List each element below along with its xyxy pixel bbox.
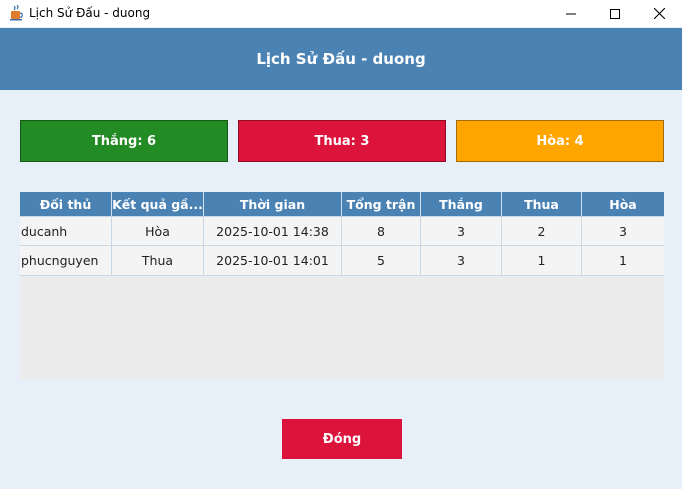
column-header-draws[interactable]: Hòa bbox=[582, 192, 664, 216]
cell-time[interactable]: 2025-10-01 14:38 bbox=[204, 217, 342, 246]
cell-opponent[interactable]: ducanh bbox=[20, 217, 112, 246]
cell-losses[interactable]: 1 bbox=[502, 246, 582, 275]
java-cup-icon bbox=[9, 4, 24, 21]
cell-time[interactable]: 2025-10-01 14:01 bbox=[204, 246, 342, 275]
column-header-losses[interactable]: Thua bbox=[502, 192, 582, 216]
cell-total-matches[interactable]: 5 bbox=[342, 246, 421, 275]
maximize-icon bbox=[610, 4, 620, 23]
page-title: Lịch Sử Đấu - duong bbox=[256, 50, 426, 68]
table-header: Đối thủ Kết quả gầ... Thời gian Tổng trậ… bbox=[20, 192, 664, 216]
close-button[interactable]: Đóng bbox=[282, 419, 402, 459]
history-table[interactable]: Đối thủ Kết quả gầ... Thời gian Tổng trậ… bbox=[20, 192, 664, 379]
wins-label: Thắng: 6 bbox=[91, 133, 157, 149]
column-header-time[interactable]: Thời gian bbox=[204, 192, 342, 216]
title-bar[interactable]: Lịch Sử Đấu - duong bbox=[0, 0, 682, 27]
cell-wins[interactable]: 3 bbox=[421, 246, 502, 275]
cell-draws[interactable]: 3 bbox=[582, 217, 664, 246]
match-history-window: Lịch Sử Đấu - duong Lịch Sử Đấu - duong … bbox=[0, 0, 682, 489]
table-row[interactable]: phucnguyen Thua 2025-10-01 14:01 5 3 1 1 bbox=[20, 246, 664, 276]
maximize-button[interactable] bbox=[592, 0, 638, 27]
wins-stat: Thắng: 6 bbox=[20, 120, 228, 162]
cell-opponent[interactable]: phucnguyen bbox=[20, 246, 112, 275]
column-header-wins[interactable]: Thắng bbox=[421, 192, 502, 216]
cell-losses[interactable]: 2 bbox=[502, 217, 582, 246]
cell-recent-result[interactable]: Thua bbox=[112, 246, 204, 275]
cell-wins[interactable]: 3 bbox=[421, 217, 502, 246]
draws-label: Hòa: 4 bbox=[536, 133, 584, 149]
column-header-opponent[interactable]: Đối thủ bbox=[20, 192, 112, 216]
table-row[interactable]: ducanh Hòa 2025-10-01 14:38 8 3 2 3 bbox=[20, 216, 664, 246]
close-window-button[interactable] bbox=[636, 0, 682, 27]
window-title: Lịch Sử Đấu - duong bbox=[29, 6, 151, 20]
losses-stat: Thua: 3 bbox=[238, 120, 446, 162]
column-header-total-matches[interactable]: Tổng trận bbox=[342, 192, 421, 216]
column-header-recent-result[interactable]: Kết quả gầ... bbox=[112, 192, 204, 216]
minimize-icon bbox=[566, 4, 576, 23]
header-banner: Lịch Sử Đấu - duong bbox=[0, 28, 682, 90]
losses-label: Thua: 3 bbox=[314, 133, 370, 149]
close-icon bbox=[653, 4, 665, 23]
minimize-button[interactable] bbox=[548, 0, 594, 27]
cell-recent-result[interactable]: Hòa bbox=[112, 217, 204, 246]
draws-stat: Hòa: 4 bbox=[456, 120, 664, 162]
cell-total-matches[interactable]: 8 bbox=[342, 217, 421, 246]
cell-draws[interactable]: 1 bbox=[582, 246, 664, 275]
